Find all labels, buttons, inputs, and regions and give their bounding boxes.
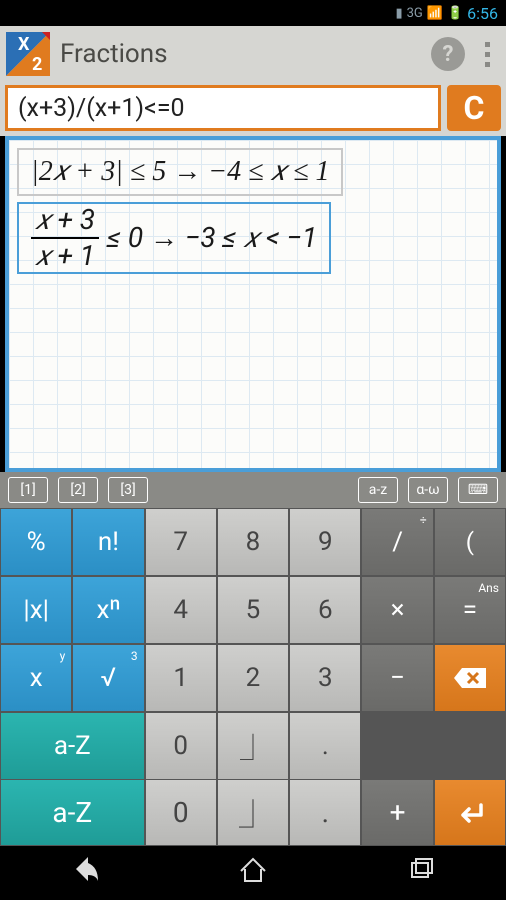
- android-nav-bar: [0, 846, 506, 896]
- fraction-denominator: 𝑥 + 1: [31, 239, 99, 273]
- key-enter-2[interactable]: [435, 780, 505, 845]
- key-2[interactable]: 2: [218, 645, 288, 711]
- keyboard-toggle[interactable]: ⌨: [458, 477, 498, 503]
- key-divide[interactable]: /÷: [362, 509, 432, 575]
- equation-rhs: ≤ 0 → −3 ≤ 𝑥 < −1: [107, 221, 317, 255]
- status-bar: ▮ 3G 📶 🔋 6:56: [0, 0, 506, 26]
- input-row: (x+3)/(x+1)<=0 C: [0, 82, 506, 136]
- battery-icon: 🔋: [447, 6, 463, 21]
- key-power[interactable]: xⁿ: [73, 577, 143, 643]
- help-button[interactable]: ?: [431, 37, 465, 71]
- expression-input[interactable]: (x+3)/(x+1)<=0: [5, 85, 441, 131]
- key-x[interactable]: xy: [1, 645, 71, 711]
- key-8[interactable]: 8: [218, 509, 288, 575]
- key-plus-2[interactable]: +: [362, 780, 432, 845]
- signal-icon: ▮: [395, 6, 402, 21]
- equation-result-2[interactable]: 𝑥 + 3 𝑥 + 1 ≤ 0 → −3 ≤ 𝑥 < −1: [17, 202, 331, 274]
- key-0[interactable]: 0: [146, 713, 216, 779]
- key-alpha-2[interactable]: a-Z: [1, 780, 144, 845]
- key-dot-2[interactable]: .: [290, 780, 360, 845]
- key-abs[interactable]: |x|: [1, 577, 71, 643]
- svg-text:X: X: [18, 34, 30, 55]
- key-backspace[interactable]: [435, 645, 505, 711]
- keypad: % n! 7 8 9 /÷ ( ) |x| xⁿ 4 5 6 × =Ans xy…: [0, 508, 506, 780]
- key-sqrt[interactable]: √3: [73, 645, 143, 711]
- mode-2[interactable]: [2]: [58, 477, 98, 503]
- key-0-2[interactable]: 0: [146, 780, 216, 845]
- back-button[interactable]: [68, 853, 100, 889]
- key-paren-open[interactable]: (: [435, 509, 505, 575]
- overflow-menu[interactable]: [475, 42, 500, 67]
- signal-bars-icon: 📶: [427, 6, 443, 21]
- key-dot[interactable]: .: [290, 713, 360, 779]
- mode-latin[interactable]: a-z: [358, 477, 398, 503]
- work-area[interactable]: |2𝑥 + 3| ≤ 5 → −4 ≤ 𝑥 ≤ 1 𝑥 + 3 𝑥 + 1 ≤ …: [5, 136, 501, 472]
- key-4[interactable]: 4: [146, 577, 216, 643]
- key-equals[interactable]: =Ans: [435, 577, 505, 643]
- key-factorial[interactable]: n!: [73, 509, 143, 575]
- key-multiply[interactable]: ×: [362, 577, 432, 643]
- app-icon: X2: [6, 32, 50, 76]
- clock: 6:56: [467, 4, 498, 23]
- mode-greek[interactable]: α-ω: [408, 477, 448, 503]
- key-percent[interactable]: %: [1, 509, 71, 575]
- mode-toolbar: [1] [2] [3] a-z α-ω ⌨: [0, 472, 506, 508]
- key-1[interactable]: 1: [146, 645, 216, 711]
- home-button[interactable]: [237, 853, 269, 889]
- key-7[interactable]: 7: [146, 509, 216, 575]
- clear-button[interactable]: C: [447, 85, 501, 131]
- svg-text:2: 2: [32, 54, 42, 75]
- page-title: Fractions: [60, 39, 421, 69]
- key-9[interactable]: 9: [290, 509, 360, 575]
- network-label: 3G: [407, 6, 423, 21]
- key-frac-2[interactable]: ⏌: [218, 780, 288, 845]
- fraction-numerator: 𝑥 + 3: [31, 203, 99, 239]
- recent-button[interactable]: [406, 853, 438, 889]
- key-alpha[interactable]: a-Z: [1, 713, 144, 779]
- key-frac[interactable]: ⏌: [218, 713, 288, 779]
- title-bar: X2 Fractions ?: [0, 26, 506, 82]
- key-6[interactable]: 6: [290, 577, 360, 643]
- key-5[interactable]: 5: [218, 577, 288, 643]
- equation-result-1[interactable]: |2𝑥 + 3| ≤ 5 → −4 ≤ 𝑥 ≤ 1: [17, 148, 343, 196]
- mode-3[interactable]: [3]: [108, 477, 148, 503]
- key-3[interactable]: 3: [290, 645, 360, 711]
- mode-1[interactable]: [1]: [8, 477, 48, 503]
- key-minus[interactable]: −: [362, 645, 432, 711]
